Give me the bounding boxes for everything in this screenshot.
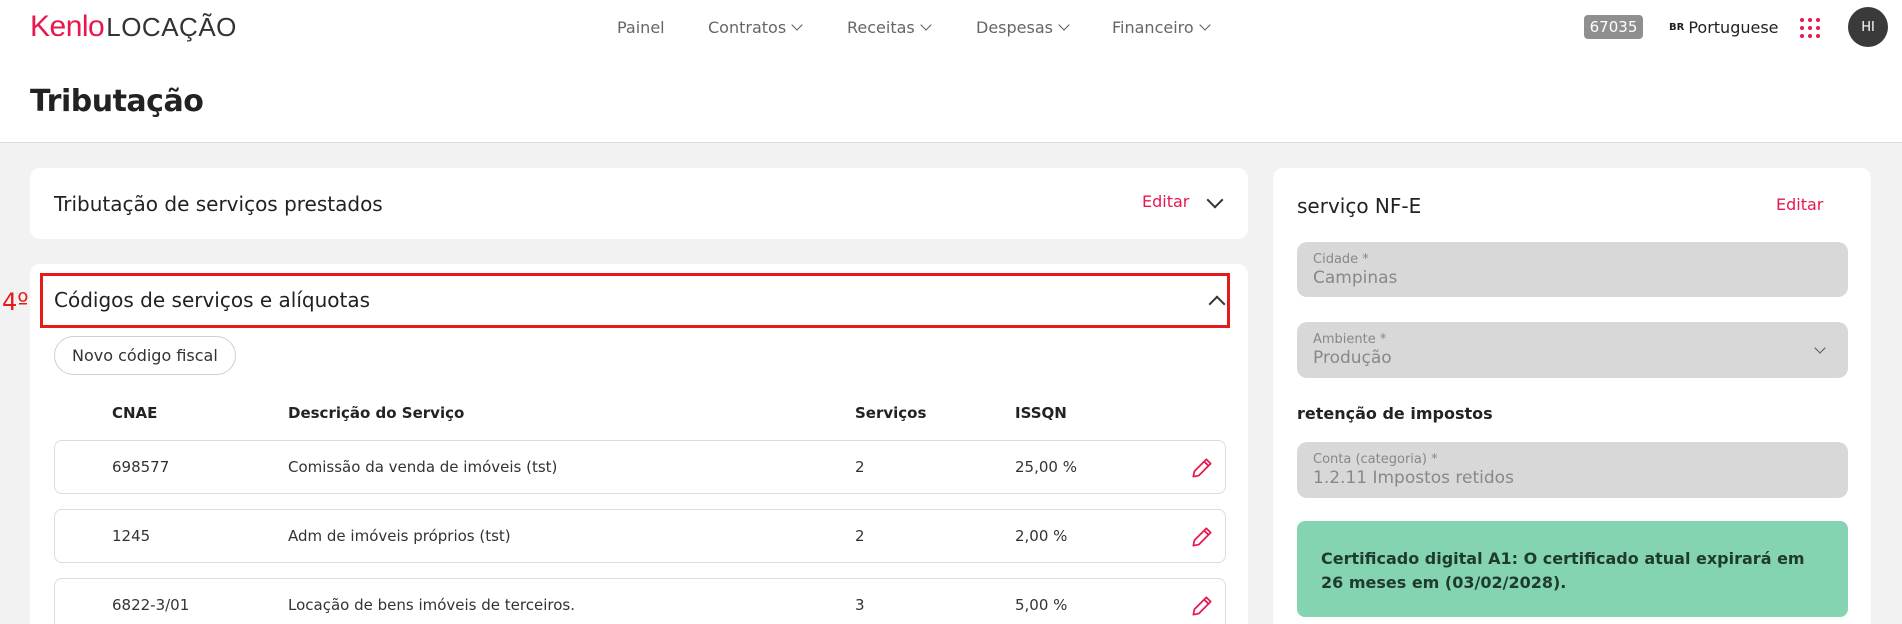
cell-services: 2 xyxy=(855,458,865,476)
field-value: 1.2.11 Impostos retidos xyxy=(1313,468,1514,488)
pencil-icon[interactable] xyxy=(1189,455,1215,481)
page-title: Tributação xyxy=(30,84,204,119)
top-header: Kenlo LOCAÇÃO Painel Contratos Receitas … xyxy=(0,0,1902,143)
cell-issqn: 2,00 % xyxy=(1015,527,1068,545)
field-value: Produção xyxy=(1313,348,1392,368)
cell-description: Comissão da venda de imóveis (tst) xyxy=(288,458,558,476)
column-header-services: Serviços xyxy=(855,404,927,422)
column-header-cnae: CNAE xyxy=(112,404,158,422)
services-tax-card: Tributação de serviços prestados Editar xyxy=(30,168,1248,239)
cell-cnae: 6822-3/01 xyxy=(112,596,190,614)
language-label: Portuguese xyxy=(1688,17,1779,37)
nav-financeiro[interactable]: Financeiro xyxy=(1112,17,1211,37)
nfe-service-card: serviço NF-E Editar Cidade * Campinas Am… xyxy=(1273,168,1871,624)
logo-product: LOCAÇÃO xyxy=(106,12,237,42)
card-title: serviço NF-E xyxy=(1297,194,1422,218)
service-codes-card: Códigos de serviços e alíquotas Novo cód… xyxy=(30,264,1248,624)
flag-icon: BR xyxy=(1669,21,1685,33)
cell-issqn: 25,00 % xyxy=(1015,458,1077,476)
step-label: 4º xyxy=(2,288,29,316)
table-row: 698577 Comissão da venda de imóveis (tst… xyxy=(54,440,1226,494)
nav-label: Contratos xyxy=(708,17,787,37)
edit-services-tax-button[interactable]: Editar xyxy=(1142,192,1189,211)
field-value: Campinas xyxy=(1313,268,1398,288)
city-field[interactable]: Cidade * Campinas xyxy=(1297,242,1848,297)
table-row: 6822-3/01 Locação de bens imóveis de ter… xyxy=(54,578,1226,624)
kenlo-logo[interactable]: Kenlo LOCAÇÃO xyxy=(30,10,237,44)
language-selector[interactable]: BR Portuguese xyxy=(1669,15,1779,39)
cell-description: Locação de bens imóveis de terceiros. xyxy=(288,596,575,614)
edit-nfe-button[interactable]: Editar xyxy=(1776,195,1823,214)
card-title: Códigos de serviços e alíquotas xyxy=(54,288,371,312)
nav-painel[interactable]: Painel xyxy=(617,18,665,37)
cell-cnae: 698577 xyxy=(112,458,170,476)
pencil-icon[interactable] xyxy=(1189,524,1215,550)
field-label: Conta (categoria) * xyxy=(1313,452,1438,467)
chevron-down-icon xyxy=(920,19,932,31)
logo-brand: Kenlo xyxy=(30,10,105,43)
account-category-field[interactable]: Conta (categoria) * 1.2.11 Impostos reti… xyxy=(1297,442,1848,498)
chevron-down-icon xyxy=(1814,342,1826,354)
avatar[interactable]: HI xyxy=(1848,7,1888,47)
cell-services: 2 xyxy=(855,527,865,545)
account-id-badge: 67035 xyxy=(1584,15,1643,39)
environment-select[interactable]: Ambiente * Produção xyxy=(1297,322,1848,378)
table-row: 1245 Adm de imóveis próprios (tst) 2 2,0… xyxy=(54,509,1226,563)
cell-cnae: 1245 xyxy=(112,527,151,545)
cell-issqn: 5,00 % xyxy=(1015,596,1068,614)
nav-despesas[interactable]: Despesas xyxy=(976,17,1070,37)
pencil-icon[interactable] xyxy=(1189,593,1215,619)
certificate-notice: Certificado digital A1: O certificado at… xyxy=(1297,521,1848,617)
nav-label: Receitas xyxy=(847,17,915,37)
nav-receitas[interactable]: Receitas xyxy=(847,17,932,37)
nav-label: Financeiro xyxy=(1112,17,1194,37)
field-label: Cidade * xyxy=(1313,252,1369,267)
tax-retention-title: retenção de impostos xyxy=(1297,404,1493,423)
chevron-down-icon xyxy=(1199,19,1211,31)
column-header-issqn: ISSQN xyxy=(1015,404,1067,422)
card-title: Tributação de serviços prestados xyxy=(54,192,383,216)
cell-description: Adm de imóveis próprios (tst) xyxy=(288,527,511,545)
chevron-down-icon xyxy=(1058,19,1070,31)
nav-label: Despesas xyxy=(976,17,1053,37)
chevron-down-icon xyxy=(791,19,803,31)
nav-label: Painel xyxy=(617,17,665,37)
nav-contratos[interactable]: Contratos xyxy=(708,17,803,37)
column-header-description: Descrição do Serviço xyxy=(288,404,465,422)
chevron-down-icon[interactable] xyxy=(1206,191,1224,209)
apps-grid-icon[interactable] xyxy=(1800,18,1820,38)
new-fiscal-code-button[interactable]: Novo código fiscal xyxy=(54,336,236,375)
field-label: Ambiente * xyxy=(1313,332,1387,347)
cell-services: 3 xyxy=(855,596,865,614)
